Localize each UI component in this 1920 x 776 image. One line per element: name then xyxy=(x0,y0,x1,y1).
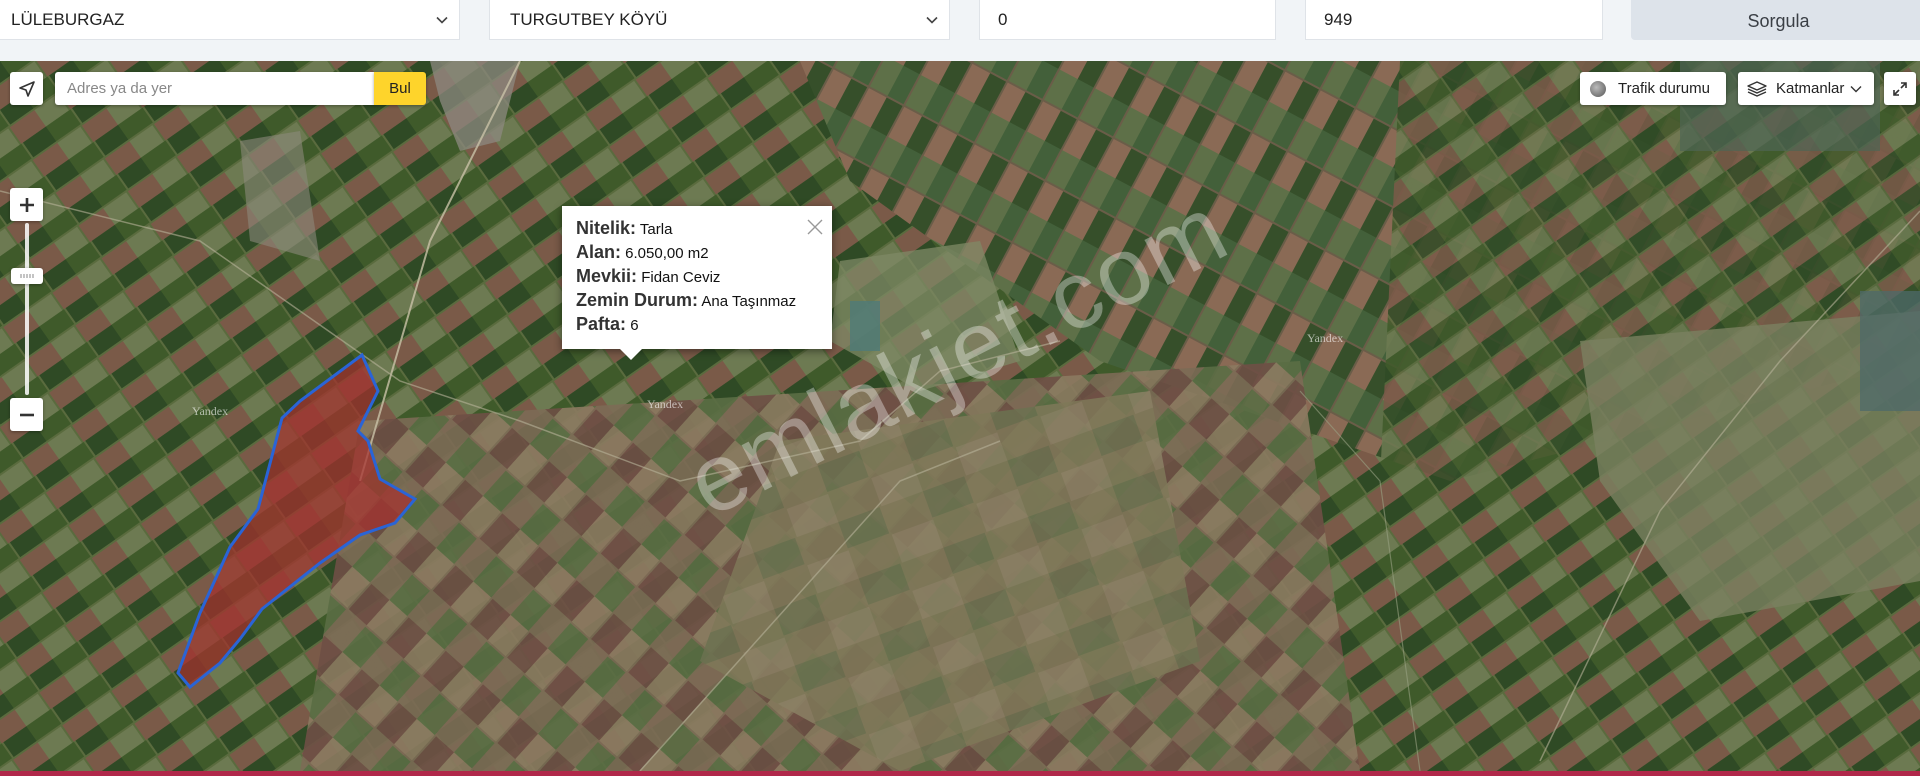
info-key: Pafta: xyxy=(576,314,627,334)
fullscreen-button[interactable] xyxy=(1884,72,1916,105)
block-input[interactable]: 0 xyxy=(979,0,1276,40)
layers-button[interactable]: Katmanlar xyxy=(1738,72,1874,105)
info-value: Fidan Ceviz xyxy=(641,269,721,286)
provider-label: Yandex xyxy=(192,404,229,418)
traffic-icon xyxy=(1590,80,1606,97)
grip-icon xyxy=(20,274,34,278)
parcel-info-popup: Nitelik: Tarla Alan: 6.050,00 m2 Mevkii:… xyxy=(562,206,832,360)
expand-icon xyxy=(1893,81,1907,96)
provider-label: Yandex xyxy=(1307,331,1344,345)
provider-label: Yandex xyxy=(647,397,684,411)
info-key: Alan: xyxy=(576,242,621,262)
info-key: Mevkii: xyxy=(576,266,638,286)
info-row-alan: Alan: 6.050,00 m2 xyxy=(576,240,818,264)
chevron-down-icon xyxy=(1850,85,1862,92)
neighborhood-select[interactable]: TURGUTBEY KÖYÜ xyxy=(489,0,950,40)
query-button[interactable]: Sorgula xyxy=(1631,0,1920,40)
info-key: Zemin Durum: xyxy=(576,290,699,310)
minus-icon xyxy=(19,413,34,416)
satellite-map[interactable]: Yandex Yandex Yandex emlakjet.com Bul Tr… xyxy=(0,61,1920,771)
find-button[interactable]: Bul xyxy=(374,72,426,105)
district-select[interactable]: LÜLEBURGAZ xyxy=(0,0,460,40)
block-value: 0 xyxy=(998,10,1008,29)
zoom-in-button[interactable] xyxy=(10,188,43,221)
parcel-value: 949 xyxy=(1324,10,1353,29)
chevron-down-icon xyxy=(926,16,938,24)
info-key: Nitelik: xyxy=(576,218,637,238)
satellite-imagery xyxy=(0,61,1920,771)
neighborhood-value: TURGUTBEY KÖYÜ xyxy=(510,10,668,29)
info-row-nitelik: Nitelik: Tarla xyxy=(576,216,818,240)
chevron-down-icon xyxy=(436,16,448,24)
zoom-out-button[interactable] xyxy=(10,398,43,431)
info-value: Ana Taşınmaz xyxy=(701,293,797,310)
map-search-input[interactable] xyxy=(55,72,367,105)
map-search-box xyxy=(55,72,375,105)
info-value: Tarla xyxy=(639,221,673,238)
close-icon[interactable] xyxy=(806,218,824,236)
layers-label: Katmanlar xyxy=(1776,80,1845,97)
zoom-slider-handle[interactable] xyxy=(11,268,43,284)
locate-button[interactable] xyxy=(10,72,43,105)
info-row-zemin-durum: Zemin Durum: Ana Taşınmaz xyxy=(576,288,818,312)
zoom-slider-track[interactable] xyxy=(25,223,29,395)
location-arrow-icon xyxy=(18,80,35,97)
traffic-button[interactable]: Trafik durumu xyxy=(1580,72,1726,105)
parcel-input[interactable]: 949 xyxy=(1305,0,1603,40)
info-row-pafta: Pafta: 6 xyxy=(576,312,818,336)
info-row-mevkii: Mevkii: Fidan Ceviz xyxy=(576,264,818,288)
info-value: 6.050,00 m2 xyxy=(625,245,709,262)
traffic-label: Trafik durumu xyxy=(1618,80,1710,97)
plus-icon xyxy=(19,197,34,212)
parcel-query-bar: LÜLEBURGAZ TURGUTBEY KÖYÜ 0 949 Sorgula xyxy=(0,0,1920,60)
info-value: 6 xyxy=(630,317,639,334)
district-value: LÜLEBURGAZ xyxy=(11,10,125,29)
bottom-accent-bar xyxy=(0,771,1920,776)
layers-icon xyxy=(1747,80,1767,97)
